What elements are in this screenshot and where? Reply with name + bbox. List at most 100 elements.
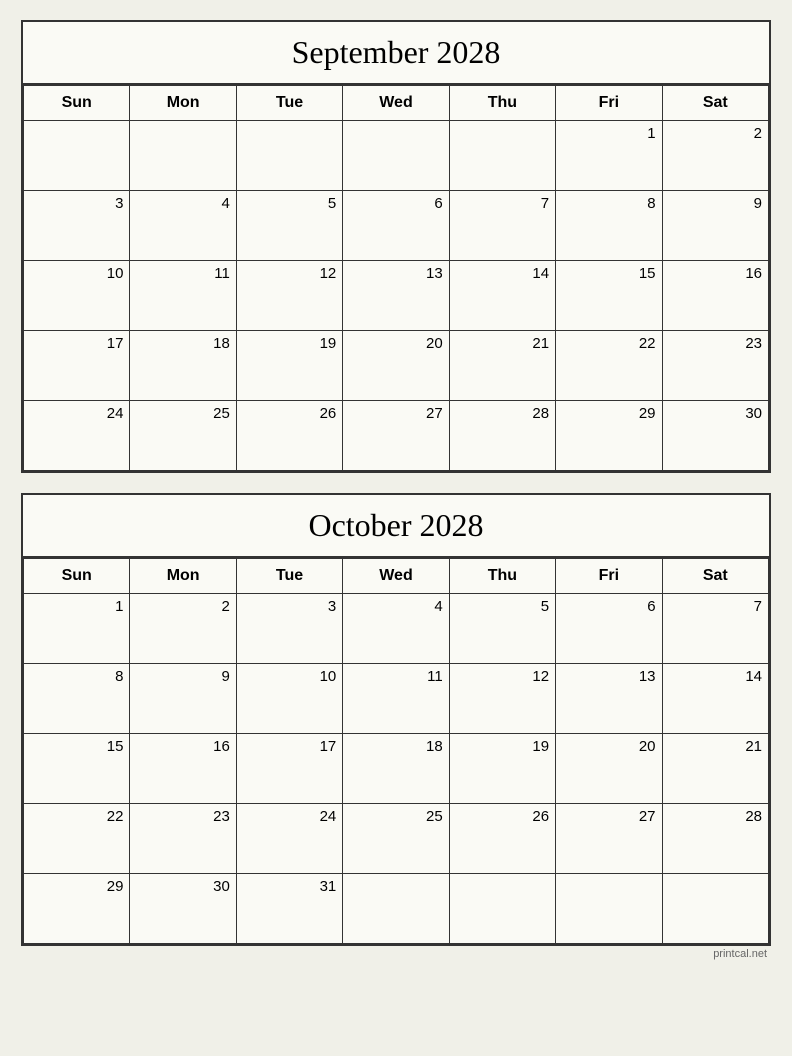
- list-item: 23: [130, 804, 236, 874]
- list-item: [236, 121, 342, 191]
- list-item: 18: [343, 734, 449, 804]
- table-row: 891011121314: [24, 664, 769, 734]
- list-item: 30: [662, 401, 768, 471]
- list-item: 28: [449, 401, 555, 471]
- list-item: [24, 121, 130, 191]
- sep-col-fri: Fri: [556, 86, 662, 121]
- list-item: 30: [130, 874, 236, 944]
- list-item: 24: [24, 401, 130, 471]
- list-item: 29: [556, 401, 662, 471]
- list-item: 23: [662, 331, 768, 401]
- list-item: 20: [556, 734, 662, 804]
- list-item: 16: [662, 261, 768, 331]
- list-item: 3: [24, 191, 130, 261]
- list-item: 21: [449, 331, 555, 401]
- list-item: 7: [449, 191, 555, 261]
- list-item: 19: [236, 331, 342, 401]
- watermark: printcal.net: [21, 948, 771, 962]
- list-item: [343, 874, 449, 944]
- list-item: 12: [236, 261, 342, 331]
- list-item: 8: [24, 664, 130, 734]
- table-row: 293031: [24, 874, 769, 944]
- list-item: 24: [236, 804, 342, 874]
- oct-col-sun: Sun: [24, 559, 130, 594]
- sep-col-wed: Wed: [343, 86, 449, 121]
- table-row: 10111213141516: [24, 261, 769, 331]
- list-item: 20: [343, 331, 449, 401]
- list-item: [662, 874, 768, 944]
- list-item: 16: [130, 734, 236, 804]
- list-item: 25: [343, 804, 449, 874]
- list-item: [343, 121, 449, 191]
- list-item: 21: [662, 734, 768, 804]
- table-row: 12: [24, 121, 769, 191]
- sep-col-tue: Tue: [236, 86, 342, 121]
- list-item: 2: [662, 121, 768, 191]
- list-item: 17: [236, 734, 342, 804]
- list-item: 5: [449, 594, 555, 664]
- list-item: 8: [556, 191, 662, 261]
- list-item: 27: [343, 401, 449, 471]
- list-item: 26: [449, 804, 555, 874]
- list-item: 28: [662, 804, 768, 874]
- table-row: 24252627282930: [24, 401, 769, 471]
- list-item: 5: [236, 191, 342, 261]
- list-item: 14: [449, 261, 555, 331]
- sep-col-mon: Mon: [130, 86, 236, 121]
- september-calendar: September 2028 Sun Mon Tue Wed Thu Fri S…: [21, 20, 771, 473]
- september-header-row: Sun Mon Tue Wed Thu Fri Sat: [24, 86, 769, 121]
- list-item: 6: [556, 594, 662, 664]
- table-row: 17181920212223: [24, 331, 769, 401]
- list-item: 9: [130, 664, 236, 734]
- list-item: [556, 874, 662, 944]
- sep-col-sun: Sun: [24, 86, 130, 121]
- oct-col-mon: Mon: [130, 559, 236, 594]
- list-item: 19: [449, 734, 555, 804]
- table-row: 15161718192021: [24, 734, 769, 804]
- list-item: 4: [343, 594, 449, 664]
- oct-col-wed: Wed: [343, 559, 449, 594]
- list-item: 11: [343, 664, 449, 734]
- list-item: 2: [130, 594, 236, 664]
- list-item: 22: [24, 804, 130, 874]
- oct-col-tue: Tue: [236, 559, 342, 594]
- list-item: 6: [343, 191, 449, 261]
- list-item: [130, 121, 236, 191]
- oct-col-fri: Fri: [556, 559, 662, 594]
- table-row: 22232425262728: [24, 804, 769, 874]
- list-item: 29: [24, 874, 130, 944]
- list-item: 4: [130, 191, 236, 261]
- list-item: 27: [556, 804, 662, 874]
- table-row: 1234567: [24, 594, 769, 664]
- sep-col-thu: Thu: [449, 86, 555, 121]
- list-item: 26: [236, 401, 342, 471]
- september-grid: Sun Mon Tue Wed Thu Fri Sat 123456789101…: [23, 85, 769, 471]
- list-item: [449, 121, 555, 191]
- list-item: 18: [130, 331, 236, 401]
- list-item: 12: [449, 664, 555, 734]
- list-item: 13: [556, 664, 662, 734]
- oct-col-sat: Sat: [662, 559, 768, 594]
- list-item: 13: [343, 261, 449, 331]
- list-item: 9: [662, 191, 768, 261]
- table-row: 3456789: [24, 191, 769, 261]
- october-grid: Sun Mon Tue Wed Thu Fri Sat 123456789101…: [23, 558, 769, 944]
- list-item: 7: [662, 594, 768, 664]
- list-item: 17: [24, 331, 130, 401]
- list-item: 31: [236, 874, 342, 944]
- list-item: 10: [24, 261, 130, 331]
- list-item: 22: [556, 331, 662, 401]
- october-header-row: Sun Mon Tue Wed Thu Fri Sat: [24, 559, 769, 594]
- list-item: 1: [24, 594, 130, 664]
- sep-col-sat: Sat: [662, 86, 768, 121]
- list-item: 15: [24, 734, 130, 804]
- september-title: September 2028: [23, 22, 769, 85]
- october-calendar: October 2028 Sun Mon Tue Wed Thu Fri Sat…: [21, 493, 771, 946]
- list-item: 1: [556, 121, 662, 191]
- list-item: 10: [236, 664, 342, 734]
- october-title: October 2028: [23, 495, 769, 558]
- list-item: 11: [130, 261, 236, 331]
- list-item: 3: [236, 594, 342, 664]
- list-item: 15: [556, 261, 662, 331]
- list-item: [449, 874, 555, 944]
